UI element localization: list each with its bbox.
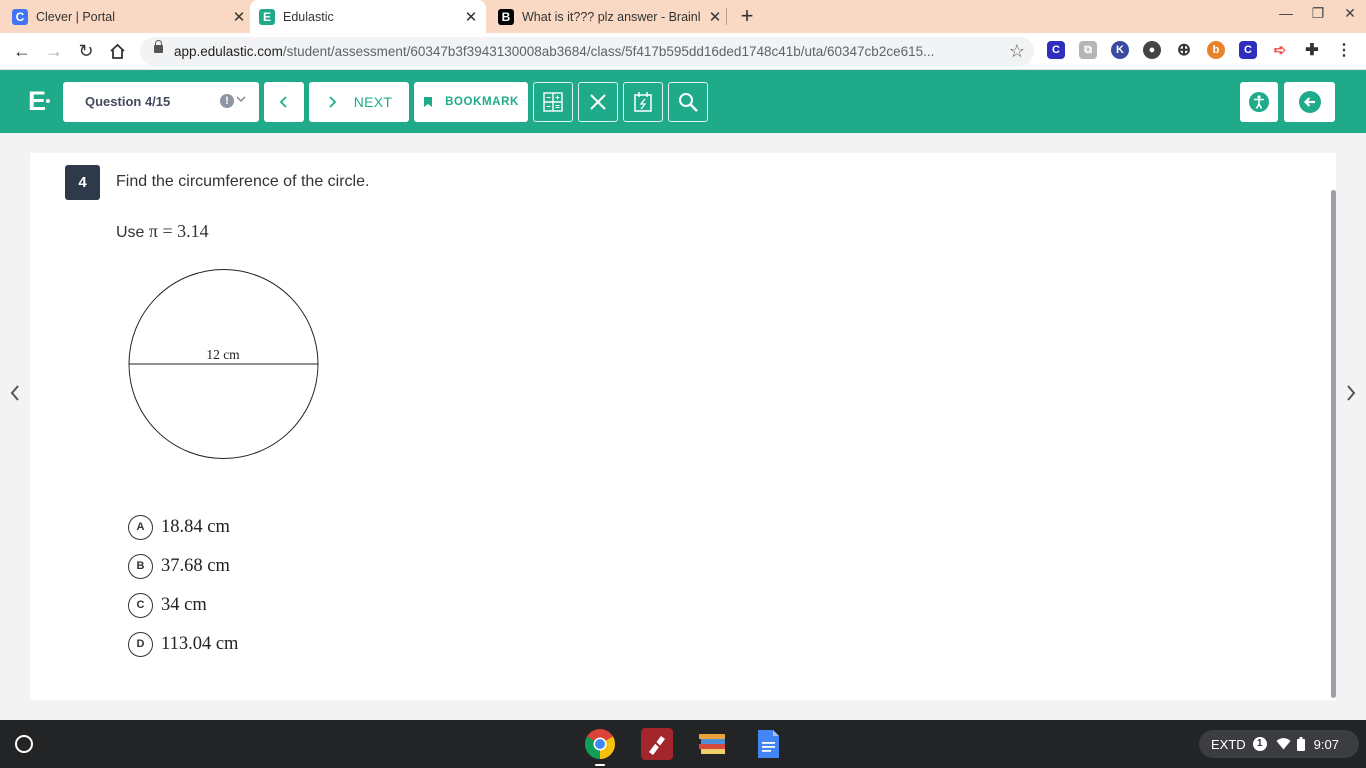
scratchpad-button[interactable] (623, 82, 663, 122)
accessibility-icon (1249, 92, 1269, 112)
option-text: 34 cm (161, 594, 207, 615)
circle-diagram: 12 cm (124, 265, 324, 470)
reload-icon[interactable]: ↻ (75, 40, 97, 62)
chevron-down-icon (235, 93, 247, 108)
option-letter[interactable]: A (128, 514, 153, 540)
tab-title: What is it??? plz answer - Brainly (522, 9, 700, 24)
next-button[interactable]: NEXT (309, 82, 409, 122)
next-label: NEXT (353, 94, 393, 110)
answer-option-b[interactable]: B 37.68 cm (128, 553, 230, 579)
accessibility-button[interactable] (1240, 82, 1278, 122)
tab-title: Edulastic (283, 9, 334, 24)
close-tab-icon[interactable]: ✕ (706, 8, 724, 26)
tab-edulastic[interactable]: E Edulastic ✕ (250, 0, 486, 33)
option-text: 18.84 cm (161, 516, 230, 537)
scratchpad-icon (634, 92, 652, 112)
notification-count-badge: 1 (1252, 737, 1267, 751)
chevron-right-icon (329, 96, 336, 108)
tab-brainly[interactable]: B What is it??? plz answer - Brainly ✕ (498, 0, 724, 33)
clock-time: 9:07 (1313, 736, 1339, 752)
info-icon: ! (220, 94, 234, 108)
pi-value-math: π = 3.14 (148, 221, 209, 241)
back-icon[interactable]: ← (11, 40, 33, 62)
status-tray[interactable]: EXTD 1 9:07 (1199, 730, 1359, 758)
close-tab-icon[interactable]: ✕ (462, 8, 480, 26)
edulastic-favicon-icon: E (259, 8, 275, 25)
bookmark-button[interactable]: BOOKMARK (414, 82, 528, 122)
exit-button[interactable] (1284, 82, 1335, 122)
bookmark-star-icon[interactable]: ☆ (1009, 41, 1025, 62)
question-hint: Use π = 3.14 (116, 221, 209, 242)
home-icon[interactable] (106, 40, 128, 62)
question-number-badge: 4 (65, 165, 100, 200)
tab-separator (726, 8, 727, 25)
minimize-icon[interactable]: — (1274, 5, 1298, 27)
battery-icon (1296, 737, 1305, 751)
option-text: 113.04 cm (161, 633, 239, 654)
clever-favicon-icon: C (12, 8, 28, 25)
question-text: Find the circumference of the circle. (116, 173, 370, 190)
pen-app-icon[interactable] (641, 728, 673, 760)
extensions-puzzle-icon[interactable]: ✚ (1303, 41, 1321, 59)
restore-icon[interactable]: ❐ (1306, 5, 1330, 27)
option-text: 37.68 cm (161, 555, 230, 576)
close-icon (590, 94, 606, 110)
browser-toolbar: ← → ↻ app.edulastic.com/student/assessme… (0, 33, 1366, 70)
edulastic-logo: E (28, 86, 47, 116)
calculator-button[interactable] (533, 82, 573, 122)
hint-prefix: Use (116, 224, 149, 241)
books-app-icon[interactable] (696, 728, 728, 760)
url-text: app.edulastic.com/student/assessment/603… (174, 44, 935, 59)
question-selector-label: Question 4/15 (85, 94, 171, 109)
kami-extension-icon[interactable]: K (1111, 41, 1129, 59)
tab-clever[interactable]: C Clever | Portal ✕ (12, 0, 248, 33)
copy-extension-icon[interactable]: ⧉ (1079, 41, 1097, 59)
previous-page-arrow-icon[interactable] (5, 384, 25, 408)
chevron-left-icon (279, 96, 287, 108)
tab-title: Clever | Portal (36, 9, 115, 24)
orange-extension-icon[interactable]: b (1207, 41, 1225, 59)
clever-badge-extension-icon[interactable]: C (1239, 41, 1257, 59)
search-icon (679, 93, 698, 112)
screencast-extension-icon[interactable]: ➪ (1271, 41, 1289, 59)
target-extension-icon[interactable]: ⊕ (1175, 40, 1193, 59)
display-mode-label: EXTD (1211, 736, 1246, 752)
exit-arrow-icon (1298, 91, 1321, 113)
browser-tab-strip: C Clever | Portal ✕ E Edulastic ✕ B What… (0, 0, 1366, 33)
next-page-arrow-icon[interactable] (1341, 384, 1361, 408)
new-tab-icon[interactable]: + (736, 5, 758, 28)
answer-option-a[interactable]: A 18.84 cm (128, 514, 230, 540)
close-tab-icon[interactable]: ✕ (230, 8, 248, 26)
chat-extension-icon[interactable]: ● (1143, 41, 1161, 59)
forward-icon[interactable]: → (43, 40, 65, 62)
option-letter[interactable]: C (128, 592, 153, 618)
calculator-icon (543, 92, 563, 112)
option-letter[interactable]: B (128, 553, 153, 579)
bookmark-label: BOOKMARK (445, 96, 519, 108)
docs-app-icon[interactable] (752, 728, 784, 760)
chrome-app-icon[interactable] (584, 728, 616, 766)
option-letter[interactable]: D (128, 631, 153, 657)
previous-button[interactable] (264, 82, 304, 122)
question-selector[interactable]: Question 4/15 ! (63, 82, 259, 122)
browser-menu-icon[interactable]: ⋮ (1335, 41, 1353, 59)
answer-option-d[interactable]: D 113.04 cm (128, 631, 238, 657)
answer-option-c[interactable]: C 34 cm (128, 592, 207, 618)
vertical-scrollbar[interactable] (1331, 190, 1336, 698)
answer-eliminator-button[interactable] (578, 82, 618, 122)
close-window-icon[interactable]: ✕ (1338, 5, 1362, 27)
launcher-icon[interactable] (15, 735, 33, 753)
address-bar[interactable]: app.edulastic.com/student/assessment/603… (140, 37, 1034, 66)
magnifier-button[interactable] (668, 82, 708, 122)
brainly-favicon-icon: B (498, 8, 514, 25)
wifi-icon (1276, 738, 1291, 750)
logo-dot (46, 99, 50, 103)
clever-extension-icon[interactable]: C (1047, 41, 1065, 59)
edulastic-header: E Question 4/15 ! NEXT BOOKMARK (0, 70, 1366, 133)
os-shelf: EXTD 1 9:07 (0, 720, 1366, 768)
diameter-label: 12 cm (206, 347, 240, 362)
bookmark-icon (424, 97, 433, 107)
lock-icon (154, 40, 163, 53)
